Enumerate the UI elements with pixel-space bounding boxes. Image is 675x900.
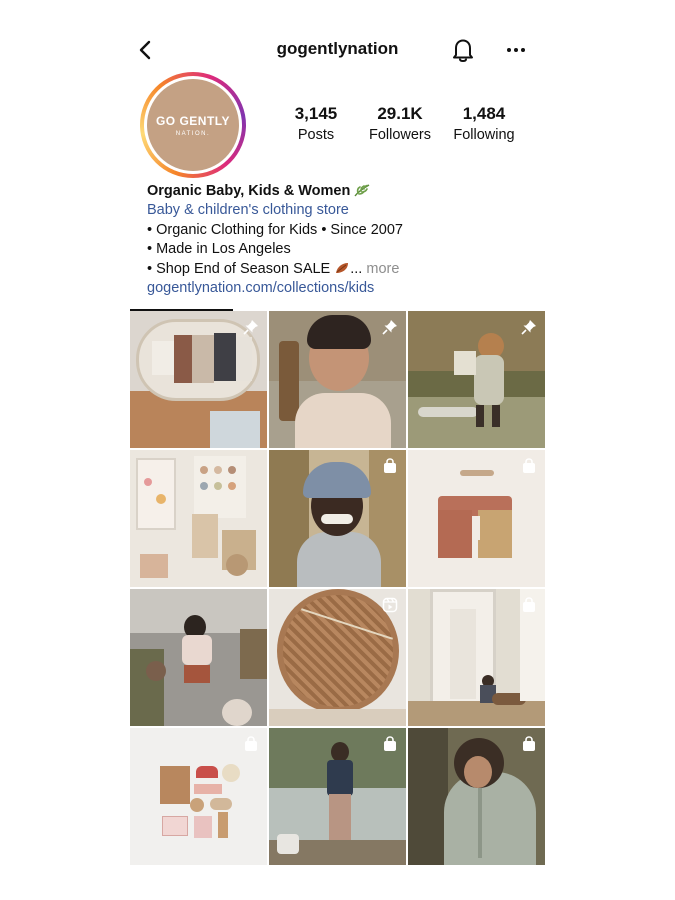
shopping-bag-icon [245,736,257,751]
ellipsis-icon [507,48,525,52]
post-thumbnail[interactable] [269,728,406,865]
post-thumbnail[interactable] [130,728,267,865]
more-options-button[interactable] [503,38,529,62]
pin-icon [521,320,536,335]
shopping-bag-icon [523,736,535,751]
following-stat[interactable]: 1,484 Following [442,104,526,143]
post-thumbnail[interactable] [269,311,406,448]
post-thumbnail[interactable] [130,589,267,726]
pin-icon [243,320,258,335]
posts-stat[interactable]: 3,145 Posts [274,104,358,143]
bio-line: • Organic Clothing for Kids • Since 2007 [147,221,403,238]
notifications-button[interactable] [450,36,476,64]
bio-line: • Shop End of Season SALE [147,260,331,277]
profile-bio: Organic Baby, Kids & Women Baby & childr… [147,182,547,298]
following-label: Following [453,127,515,143]
top-bar: gogentlynation [130,30,545,70]
bio-name-row: Organic Baby, Kids & Women [147,182,547,201]
bell-icon [453,39,473,62]
posts-count: 3,145 [294,104,338,123]
reels-icon [382,597,398,613]
avatar-logo-line1: GO GENTLY [155,113,231,128]
avatar-logo-line2: NATION. [175,130,211,137]
post-thumbnail[interactable] [408,589,545,726]
post-thumbnail[interactable] [130,311,267,448]
following-count: 1,484 [462,104,506,123]
post-thumbnail[interactable] [269,589,406,726]
leaf-icon [354,184,370,197]
post-thumbnail[interactable] [130,450,267,587]
profile-category: Baby & children's clothing store [147,202,349,219]
avatar-logo: GO GENTLY NATION. [147,79,239,171]
profile-username: gogentlynation [276,39,399,58]
profile-display-name: Organic Baby, Kids & Women [147,183,351,199]
posts-grid [130,311,545,865]
bio-line: • Made in Los Angeles [147,241,291,258]
shopping-bag-icon [523,458,535,473]
posts-label: Posts [297,127,335,143]
bio-ellipsis: ... [350,260,363,277]
followers-count: 29.1K [377,104,423,123]
post-thumbnail[interactable] [408,311,545,448]
profile-website-link[interactable]: gogentlynation.com/collections/kids [147,279,547,298]
profile-avatar[interactable]: GO GENTLY NATION. [140,72,246,178]
shopping-bag-icon [523,597,535,612]
bio-line-sale: • Shop End of Season SALE... more [147,260,547,279]
post-thumbnail[interactable] [408,728,545,865]
post-thumbnail[interactable] [408,450,545,587]
post-thumbnail[interactable] [269,450,406,587]
shopping-bag-icon [384,736,396,751]
followers-label: Followers [368,127,432,143]
bio-more-link[interactable]: more [366,261,399,277]
pin-icon [382,320,397,335]
shopping-bag-icon [384,458,396,473]
followers-stat[interactable]: 29.1K Followers [358,104,442,143]
fallen-leaf-icon [336,262,349,273]
